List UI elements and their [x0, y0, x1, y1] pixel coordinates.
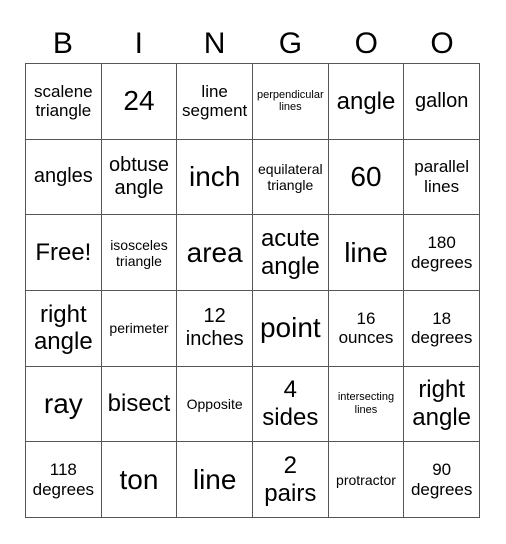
bingo-cell[interactable]: 180 degrees	[404, 215, 480, 291]
bingo-cell[interactable]: bisect	[101, 366, 178, 443]
cell-text: angle	[336, 87, 396, 115]
bingo-cell[interactable]: gallon	[404, 64, 480, 140]
cell-text: perimeter	[109, 320, 169, 337]
bingo-cell[interactable]: obtuse angle	[101, 139, 178, 216]
header-letter-o2: O	[430, 27, 454, 60]
cell-text: ray	[43, 387, 83, 419]
cell-text: isosceles triangle	[110, 236, 168, 269]
cell-text: 16 ounces	[338, 308, 394, 348]
cell-text: Free!	[35, 238, 92, 266]
cell-text: 2 pairs	[264, 452, 317, 507]
cell-text: area	[186, 236, 243, 268]
bingo-cell[interactable]: 16 ounces	[328, 290, 405, 367]
cell-text: parallel lines	[414, 157, 470, 196]
bingo-cell[interactable]: right angle	[404, 366, 480, 443]
cell-text: right angle	[412, 376, 472, 431]
cell-text: 12 inches	[185, 305, 244, 351]
cell-text: 60	[350, 160, 382, 192]
cell-text: line segment	[182, 81, 248, 121]
cell-text: line	[344, 236, 388, 268]
bingo-cell[interactable]: 118 degrees	[26, 442, 102, 518]
bingo-cell[interactable]: 12 inches	[177, 290, 253, 367]
cell-text: line	[192, 463, 237, 495]
bingo-cell[interactable]: 18 degrees	[404, 290, 480, 367]
bingo-cell[interactable]: 2 pairs	[252, 442, 329, 518]
bingo-cell[interactable]: right angle	[26, 290, 102, 367]
cell-text: point	[259, 312, 321, 344]
cell-text: 4 sides	[262, 376, 319, 431]
cell-text: gallon	[414, 89, 469, 112]
bingo-cell[interactable]: Opposite	[177, 366, 253, 443]
bingo-cell[interactable]: perpendicular lines	[252, 64, 329, 140]
header-letter-o1: O	[354, 27, 378, 60]
cell-text: acute angle	[260, 225, 320, 280]
cell-text: ton	[119, 463, 159, 495]
bingo-card-grid: scalene triangle 24 line segment perpend…	[25, 63, 480, 518]
bingo-cell[interactable]: area	[177, 215, 253, 291]
cell-text: scalene triangle	[34, 81, 93, 121]
cell-text: angles	[33, 165, 93, 188]
bingo-cell[interactable]: 60	[328, 139, 405, 216]
cell-text: Opposite	[186, 395, 243, 412]
bingo-cell[interactable]: 4 sides	[252, 366, 329, 443]
cell-text: obtuse angle	[108, 153, 170, 199]
bingo-cell[interactable]: intersecting lines	[328, 366, 405, 443]
bingo-header: B I N G O O	[25, 24, 480, 64]
bingo-cell[interactable]: 90 degrees	[404, 442, 480, 518]
cell-text: 118 degrees	[32, 460, 95, 499]
bingo-cell[interactable]: perimeter	[101, 290, 178, 367]
header-letter-g: G	[278, 27, 303, 60]
bingo-cell[interactable]: parallel lines	[404, 139, 480, 216]
bingo-cell[interactable]: line segment	[177, 64, 253, 140]
bingo-cell[interactable]: ray	[26, 366, 102, 443]
bingo-cell[interactable]: equilateral triangle	[252, 139, 329, 216]
cell-text: inch	[188, 160, 241, 192]
bingo-cell[interactable]: 24	[101, 64, 178, 140]
bingo-cell-free[interactable]: Free!	[26, 215, 102, 291]
bingo-cell[interactable]: point	[252, 290, 329, 367]
bingo-cell[interactable]: protractor	[328, 442, 405, 518]
cell-text: 24	[123, 85, 155, 117]
bingo-cell[interactable]: line	[177, 442, 253, 518]
bingo-cell[interactable]: angle	[328, 64, 405, 140]
cell-text: 180 degrees	[410, 233, 473, 272]
header-letter-n: N	[203, 27, 226, 60]
bingo-cell[interactable]: acute angle	[252, 215, 329, 291]
cell-text: equilateral triangle	[258, 160, 323, 193]
cell-text: bisect	[107, 390, 171, 418]
cell-text: 18 degrees	[410, 308, 473, 348]
header-letter-i: I	[134, 27, 143, 60]
cell-text: right angle	[33, 300, 93, 356]
bingo-cell[interactable]: angles	[26, 139, 102, 216]
bingo-cell[interactable]: isosceles triangle	[101, 215, 178, 291]
cell-text: 90 degrees	[410, 460, 473, 499]
header-letter-b: B	[52, 27, 73, 60]
bingo-cell[interactable]: scalene triangle	[26, 64, 102, 140]
cell-text: intersecting lines	[337, 391, 395, 416]
bingo-cell[interactable]: line	[328, 215, 405, 291]
cell-text: protractor	[336, 471, 396, 488]
cell-text: perpendicular lines	[256, 88, 324, 114]
bingo-cell[interactable]: ton	[101, 442, 178, 518]
bingo-cell[interactable]: inch	[177, 139, 253, 216]
